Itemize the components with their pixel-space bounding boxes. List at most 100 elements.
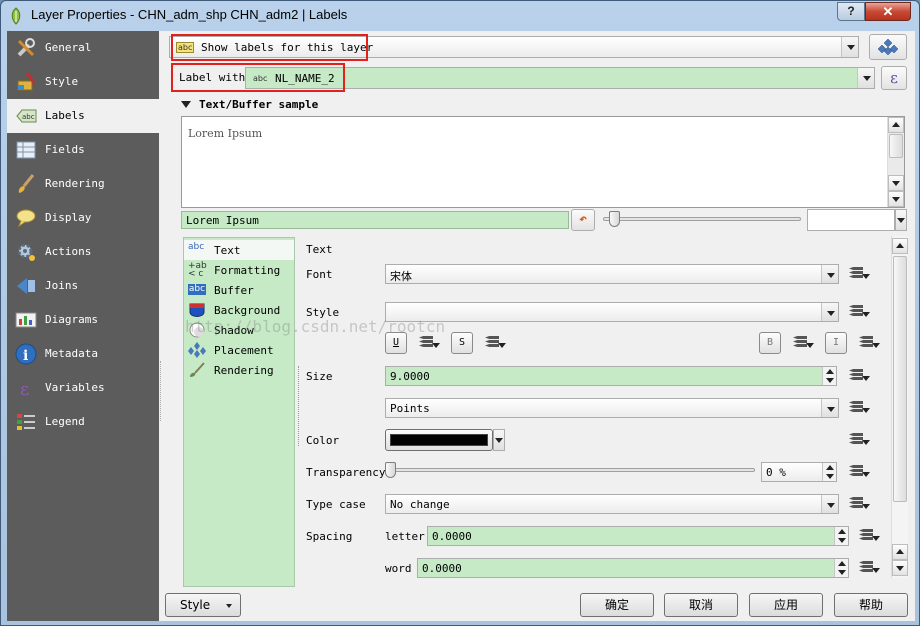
data-defined-override-button[interactable] xyxy=(857,527,881,545)
tab-buffer[interactable]: abc Buffer xyxy=(184,280,294,300)
spin-arrows-icon[interactable] xyxy=(834,527,848,545)
svg-text:ε: ε xyxy=(20,379,29,399)
scroll-down-button[interactable] xyxy=(888,191,904,207)
cancel-button[interactable]: 取消 xyxy=(664,593,738,617)
sidebar-item-rendering[interactable]: Rendering xyxy=(7,167,159,201)
collapse-triangle-icon xyxy=(181,101,191,108)
help-button[interactable]: 帮助 xyxy=(834,593,908,617)
scroll-down-button[interactable] xyxy=(888,175,904,191)
sidebar-item-variables[interactable]: ε Variables xyxy=(7,371,159,405)
chevron-down-icon xyxy=(498,343,506,348)
data-defined-override-button[interactable] xyxy=(847,265,871,283)
sample-section-header[interactable]: Text/Buffer sample xyxy=(181,98,318,111)
spin-arrows-icon[interactable] xyxy=(822,463,836,481)
data-defined-override-button[interactable] xyxy=(791,334,815,352)
sidebar-item-actions[interactable]: Actions xyxy=(7,235,159,269)
chevron-down-icon[interactable] xyxy=(493,429,505,451)
sidebar-item-style[interactable]: Style xyxy=(7,65,159,99)
size-spinbox[interactable]: 9.0000 xyxy=(385,366,837,386)
paintbrush-icon xyxy=(17,72,36,91)
data-defined-icon xyxy=(849,401,863,413)
chevron-down-icon[interactable] xyxy=(821,303,838,321)
scroll-up-button[interactable] xyxy=(892,238,908,254)
data-defined-override-button[interactable] xyxy=(847,495,871,513)
preview-text-input[interactable]: Lorem Ipsum xyxy=(181,211,569,229)
data-defined-override-button[interactable] xyxy=(483,334,507,352)
sidebar-item-label: Legend xyxy=(45,415,85,428)
tab-text[interactable]: abc Text xyxy=(184,240,294,260)
highlight-box xyxy=(171,63,345,92)
data-defined-override-button[interactable] xyxy=(847,367,871,385)
sidebar-item-diagrams[interactable]: Diagrams xyxy=(7,303,159,337)
spin-arrows-icon[interactable] xyxy=(822,367,836,385)
panel-splitter[interactable] xyxy=(298,366,300,446)
sidebar-item-joins[interactable]: Joins xyxy=(7,269,159,303)
chevron-down-icon[interactable] xyxy=(857,68,874,88)
sidebar-item-label: Rendering xyxy=(45,177,105,190)
sidebar-item-metadata[interactable]: i Metadata xyxy=(7,337,159,371)
dialog-client: General Style abc Labels Fields Renderin… xyxy=(7,31,915,621)
data-defined-override-button[interactable] xyxy=(847,431,871,449)
settings-scrollbar[interactable] xyxy=(891,236,908,578)
preview-scrollbar[interactable] xyxy=(887,117,904,207)
spin-arrows-icon[interactable] xyxy=(834,559,848,577)
word-spacing-spinbox[interactable]: 0.0000 xyxy=(417,558,849,578)
transparency-slider[interactable] xyxy=(385,468,755,472)
tab-label: Buffer xyxy=(214,284,254,297)
apply-button[interactable]: 应用 xyxy=(749,593,823,617)
chevron-down-icon[interactable] xyxy=(821,265,838,283)
letter-spacing-spinbox[interactable]: 0.0000 xyxy=(427,526,849,546)
scroll-up-button[interactable] xyxy=(888,117,904,133)
font-combo[interactable]: 宋体 xyxy=(385,264,839,284)
strikethrough-button[interactable]: S xyxy=(451,332,473,354)
tab-formatting[interactable]: +ab < c Formatting xyxy=(184,260,294,280)
data-defined-override-button[interactable] xyxy=(847,303,871,321)
font-label: Font xyxy=(306,268,333,281)
abc-text-icon: abc xyxy=(188,242,205,252)
data-defined-override-button[interactable] xyxy=(857,559,881,577)
slider-handle[interactable] xyxy=(385,462,396,478)
scroll-thumb[interactable] xyxy=(893,256,907,502)
chevron-down-icon[interactable] xyxy=(821,399,838,417)
scroll-up-button[interactable] xyxy=(892,544,908,560)
tab-rendering[interactable]: Rendering xyxy=(184,360,294,380)
close-button[interactable]: ✕ xyxy=(865,2,911,21)
chevron-down-icon[interactable] xyxy=(821,495,838,513)
style-menu-button[interactable]: Style xyxy=(165,593,241,617)
expression-button[interactable]: ε xyxy=(881,66,907,90)
sidebar-item-display[interactable]: Display xyxy=(7,201,159,235)
preview-background-color[interactable] xyxy=(807,209,895,231)
reset-preview-button[interactable]: ↶ xyxy=(571,209,595,231)
window-title: Layer Properties - CHN_adm_shp CHN_adm2 … xyxy=(31,7,348,22)
data-defined-icon xyxy=(849,433,863,445)
data-defined-override-button[interactable] xyxy=(847,463,871,481)
rule-based-labeling-button[interactable] xyxy=(869,34,907,60)
ok-button[interactable]: 确定 xyxy=(580,593,654,617)
preview-scale-slider[interactable] xyxy=(603,217,801,221)
chevron-down-icon[interactable] xyxy=(895,209,907,231)
help-title-button[interactable]: ? xyxy=(837,2,865,21)
title-bar[interactable]: Layer Properties - CHN_adm_shp CHN_adm2 … xyxy=(1,1,919,31)
transparency-spinbox[interactable]: 0 % xyxy=(761,462,837,482)
font-style-combo[interactable] xyxy=(385,302,839,322)
chevron-down-icon xyxy=(862,274,870,279)
sidebar-item-legend[interactable]: Legend xyxy=(7,405,159,439)
sidebar-splitter[interactable] xyxy=(160,361,163,421)
data-defined-override-button[interactable] xyxy=(847,399,871,417)
tab-label: Background xyxy=(214,304,281,317)
color-button[interactable] xyxy=(385,429,493,451)
data-defined-override-button[interactable] xyxy=(417,334,441,352)
data-defined-override-button[interactable] xyxy=(857,334,881,352)
scroll-down-button[interactable] xyxy=(892,560,908,576)
type-case-combo[interactable]: No change xyxy=(385,494,839,514)
sidebar-item-labels[interactable]: abc Labels xyxy=(7,99,159,133)
chevron-down-icon[interactable] xyxy=(841,37,858,57)
sidebar-item-fields[interactable]: Fields xyxy=(7,133,159,167)
scroll-thumb[interactable] xyxy=(889,134,903,158)
bold-button[interactable]: B xyxy=(759,332,781,354)
slider-handle[interactable] xyxy=(609,211,620,227)
size-unit-combo[interactable]: Points xyxy=(385,398,839,418)
sidebar-item-general[interactable]: General xyxy=(7,31,159,65)
italic-button[interactable]: I xyxy=(825,332,847,354)
tab-placement[interactable]: Placement xyxy=(184,340,294,360)
